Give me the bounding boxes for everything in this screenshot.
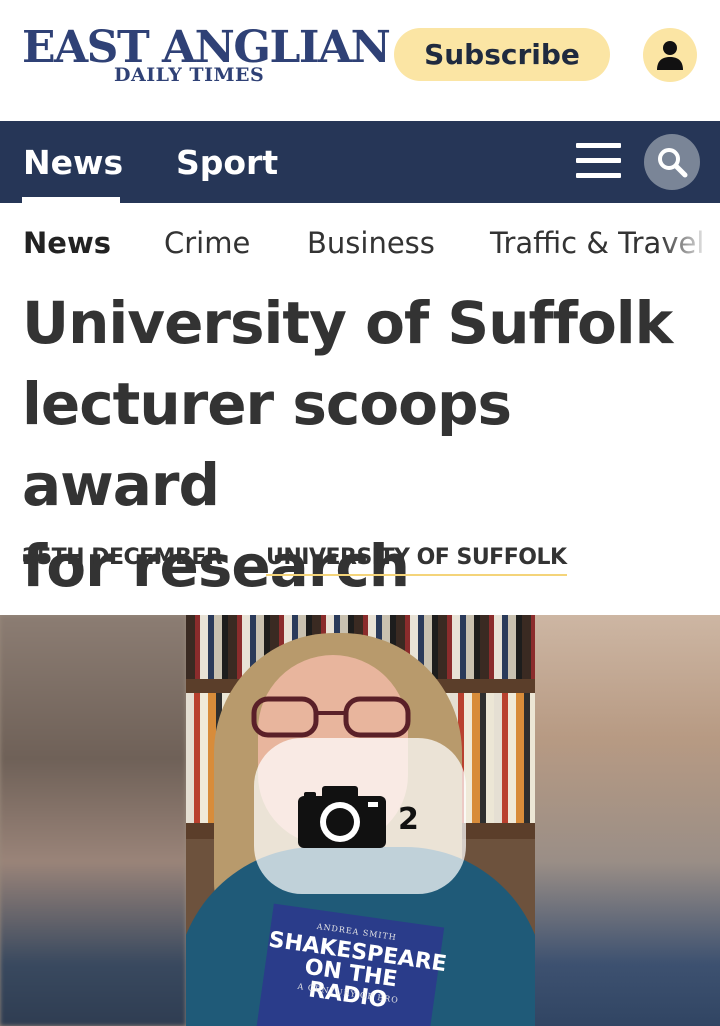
headline-line: lecturer scoops award (22, 370, 512, 519)
site-logo[interactable]: EAST ANGLIAN DAILY TIMES (22, 26, 391, 88)
logo-sub-text: DAILY TIMES (114, 64, 265, 86)
subnav-item-business[interactable]: Business (307, 203, 435, 283)
nav-item-news[interactable]: News (23, 121, 123, 203)
account-button[interactable] (643, 28, 697, 82)
user-icon (657, 41, 683, 70)
headline-line: University of Suffolk (22, 289, 673, 357)
gallery-button[interactable]: 2 (254, 738, 466, 894)
subnav-item-crime[interactable]: Crime (164, 203, 250, 283)
article-date: 25TH DECEMBER (22, 545, 223, 570)
camera-icon (298, 786, 386, 848)
subnav-item-news[interactable]: News (23, 203, 111, 283)
site-header: EAST ANGLIAN DAILY TIMES Subscribe (0, 0, 720, 121)
search-button[interactable] (644, 134, 700, 190)
article-topic-link[interactable]: UNIVERSITY OF SUFFOLK (266, 545, 567, 576)
subnav-fade (660, 203, 720, 283)
image-blur-right (535, 615, 720, 1026)
image-blur-left (0, 615, 186, 1026)
nav-item-sport[interactable]: Sport (176, 121, 278, 203)
hamburger-menu-icon[interactable] (576, 143, 621, 179)
subscribe-button[interactable]: Subscribe (394, 28, 610, 81)
gallery-count: 2 (398, 802, 419, 837)
glasses-shape (251, 696, 411, 738)
search-icon (658, 148, 688, 178)
sub-nav: News Crime Business Traffic & Travel (0, 203, 720, 283)
